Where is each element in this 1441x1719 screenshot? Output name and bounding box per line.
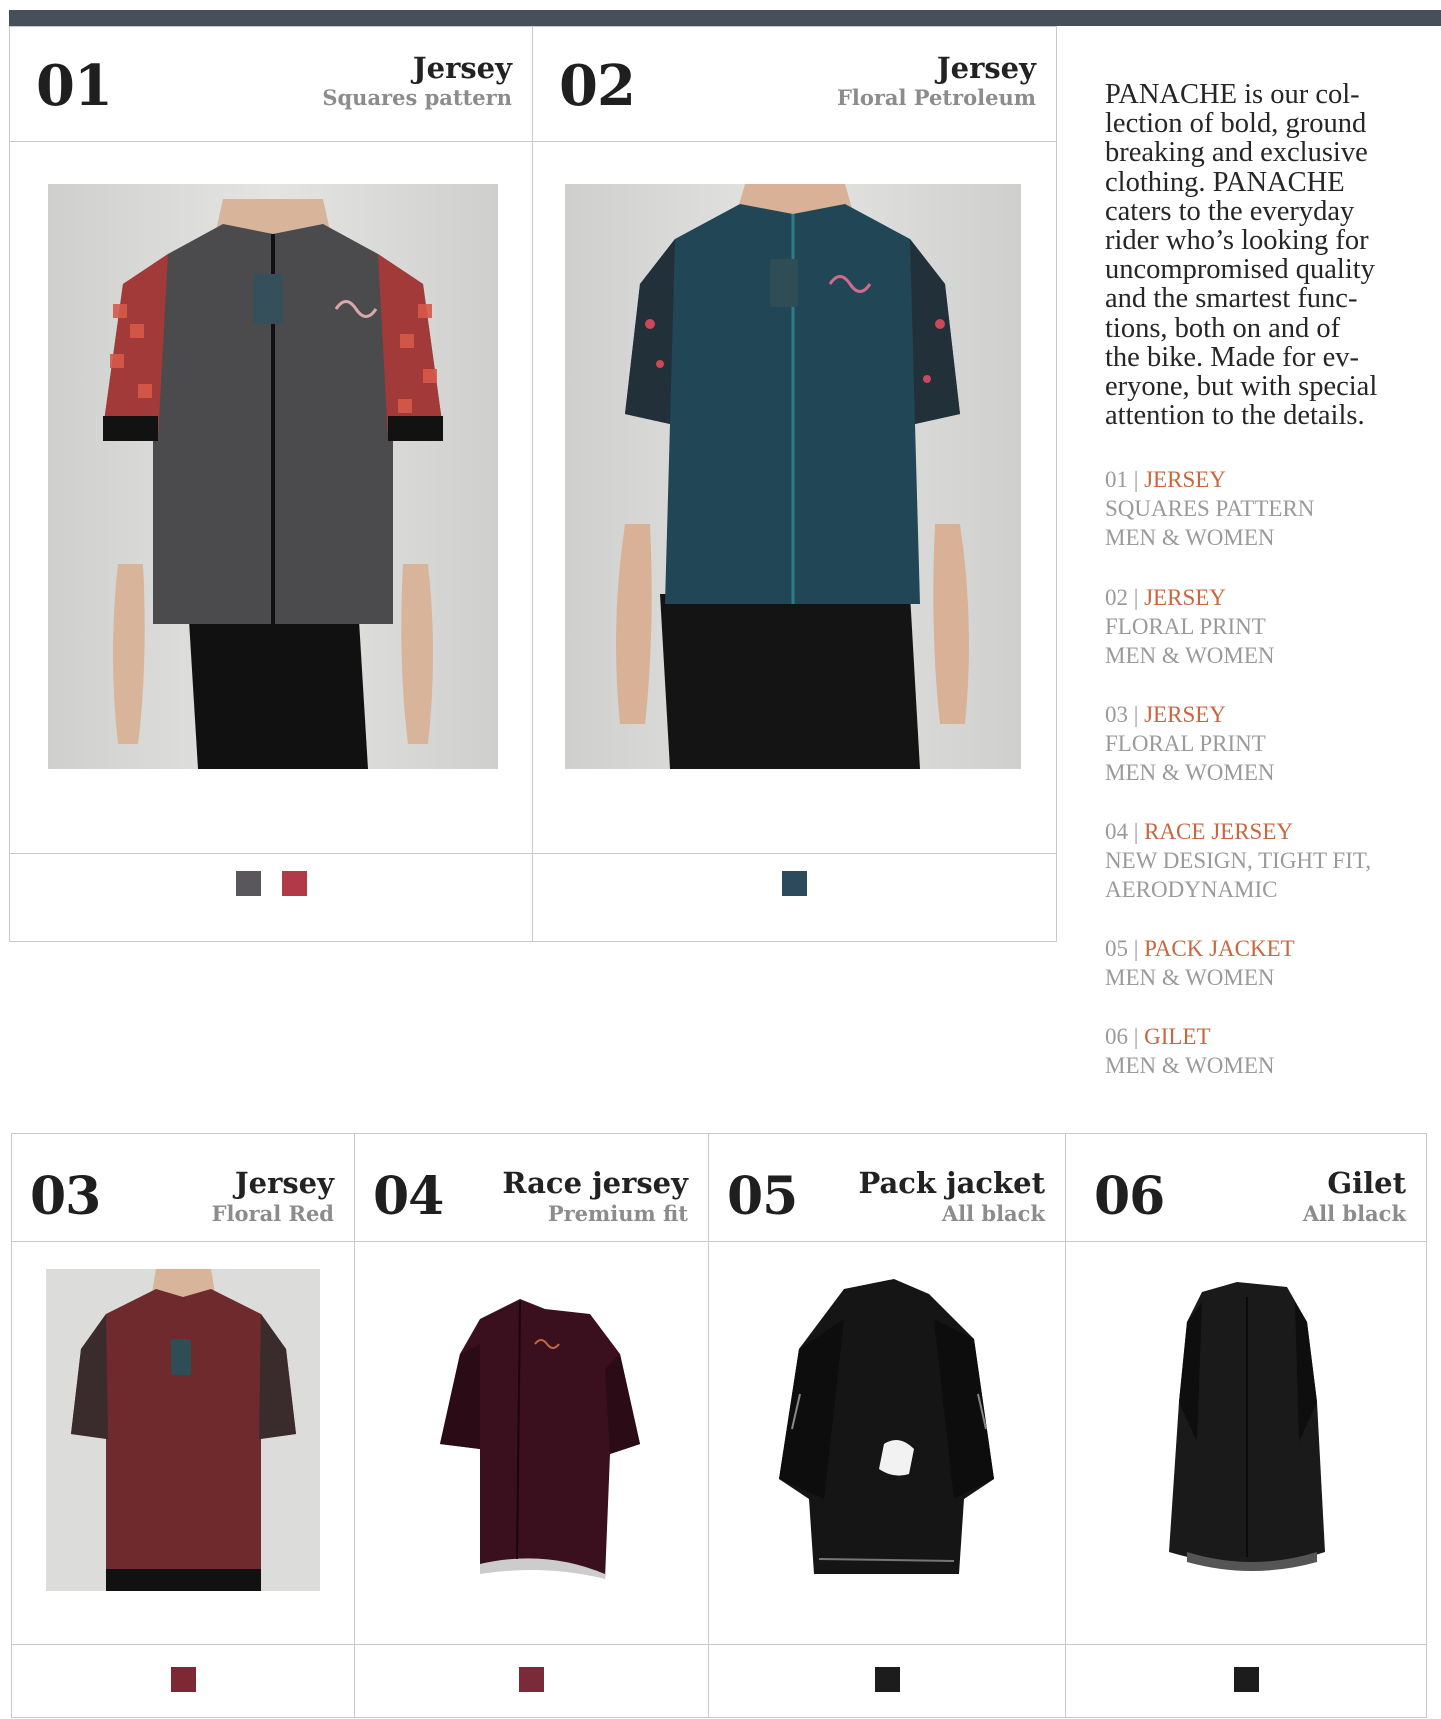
list-item-01[interactable]: 01 | JERSEY SQUARES PATTERN MEN & WOMEN — [1105, 465, 1314, 552]
color-swatches — [10, 871, 532, 896]
color-swatches — [709, 1667, 1065, 1692]
intro-line: breaking and exclusive — [1105, 137, 1368, 169]
card-header: 01 Jersey Squares pattern — [10, 27, 532, 142]
intro-line: eryone, but with special — [1105, 371, 1378, 403]
product-subtitle: Floral Petroleum — [836, 85, 1036, 110]
card-header: 04 Race jersey Premium fit — [355, 1134, 708, 1242]
card-footer — [1066, 1644, 1426, 1717]
intro-line: the bike. Made for ev- — [1105, 341, 1360, 373]
product-image[interactable] — [1157, 1282, 1337, 1582]
product-card-02[interactable]: 02 Jersey Floral Petroleum — [532, 26, 1057, 942]
intro-line: clothing. PANACHE — [1105, 166, 1345, 198]
card-footer — [533, 853, 1056, 941]
card-header: 03 Jersey Floral Red — [12, 1134, 354, 1242]
product-title: Jersey — [234, 1166, 334, 1200]
color-swatch-petrol[interactable] — [782, 871, 807, 896]
color-swatch-gray[interactable] — [235, 871, 261, 896]
color-swatches — [355, 1667, 708, 1692]
color-swatch-black[interactable] — [1233, 1667, 1259, 1692]
product-card-05[interactable]: 05 Pack jacket All black — [708, 1133, 1066, 1718]
list-item-03[interactable]: 03 | JERSEY FLORAL PRINT MEN & WOMEN — [1105, 700, 1275, 787]
intro-line: caters to the everyday — [1105, 195, 1355, 227]
intro-line: and the smartest func- — [1105, 283, 1358, 315]
color-swatches — [1066, 1667, 1426, 1692]
top-bar — [9, 10, 1441, 26]
list-item-04[interactable]: 04 | RACE JERSEY NEW DESIGN, TIGHT FIT, … — [1105, 817, 1371, 904]
intro-line: uncompromised quality — [1105, 254, 1375, 286]
product-number: 03 — [30, 1166, 101, 1227]
card-footer — [355, 1644, 708, 1717]
product-number: 05 — [727, 1166, 798, 1227]
product-number: 06 — [1094, 1166, 1165, 1227]
product-title: Pack jacket — [858, 1166, 1045, 1200]
product-number: 01 — [36, 53, 113, 119]
collection-intro: PANACHE is our col- lection of bold, gro… — [1105, 79, 1435, 432]
card-header: 02 Jersey Floral Petroleum — [533, 27, 1056, 142]
product-image[interactable] — [565, 184, 1021, 769]
color-swatches — [12, 1667, 354, 1692]
intro-line: attention to the details. — [1105, 400, 1365, 432]
product-title: Gilet — [1327, 1166, 1406, 1200]
product-card-04[interactable]: 04 Race jersey Premium fit — [354, 1133, 709, 1718]
product-title: Jersey — [412, 51, 512, 85]
color-swatch-burgundy[interactable] — [519, 1667, 544, 1692]
card-footer — [10, 853, 532, 941]
product-number: 02 — [559, 53, 636, 119]
color-swatch-black[interactable] — [874, 1667, 900, 1692]
intro-line: PANACHE is our col- — [1105, 79, 1360, 110]
product-subtitle: All black — [941, 1201, 1045, 1226]
product-subtitle: Floral Red — [211, 1201, 334, 1226]
card-header: 06 Gilet All black — [1066, 1134, 1426, 1242]
list-item-05[interactable]: 05 | PACK JACKET MEN & WOMEN — [1105, 934, 1295, 992]
product-image[interactable] — [764, 1279, 1014, 1579]
color-swatch-red[interactable] — [281, 871, 307, 896]
product-title: Jersey — [936, 51, 1036, 85]
color-swatch-wine[interactable] — [170, 1667, 196, 1692]
product-card-06[interactable]: 06 Gilet All black — [1065, 1133, 1427, 1718]
product-number: 04 — [373, 1166, 444, 1227]
product-subtitle: Premium fit — [547, 1201, 688, 1226]
list-item-06[interactable]: 06 | GILET MEN & WOMEN — [1105, 1022, 1275, 1080]
color-swatches — [533, 871, 1056, 896]
card-footer — [709, 1644, 1065, 1717]
card-footer — [12, 1644, 354, 1717]
product-subtitle: Squares pattern — [322, 85, 512, 110]
product-image[interactable] — [48, 184, 498, 769]
intro-line: tions, both on and of — [1105, 312, 1341, 344]
intro-line: lection of bold, ground — [1105, 108, 1367, 140]
list-item-02[interactable]: 02 | JERSEY FLORAL PRINT MEN & WOMEN — [1105, 583, 1275, 670]
product-card-01[interactable]: 01 Jersey Squares pattern — [9, 26, 533, 942]
card-header: 05 Pack jacket All black — [709, 1134, 1065, 1242]
product-card-03[interactable]: 03 Jersey Floral Red — [11, 1133, 355, 1718]
product-title: Race jersey — [502, 1166, 688, 1200]
product-image[interactable] — [425, 1279, 645, 1579]
intro-line: rider who’s looking for — [1105, 225, 1369, 257]
product-subtitle: All black — [1302, 1201, 1406, 1226]
product-image[interactable] — [46, 1269, 320, 1591]
